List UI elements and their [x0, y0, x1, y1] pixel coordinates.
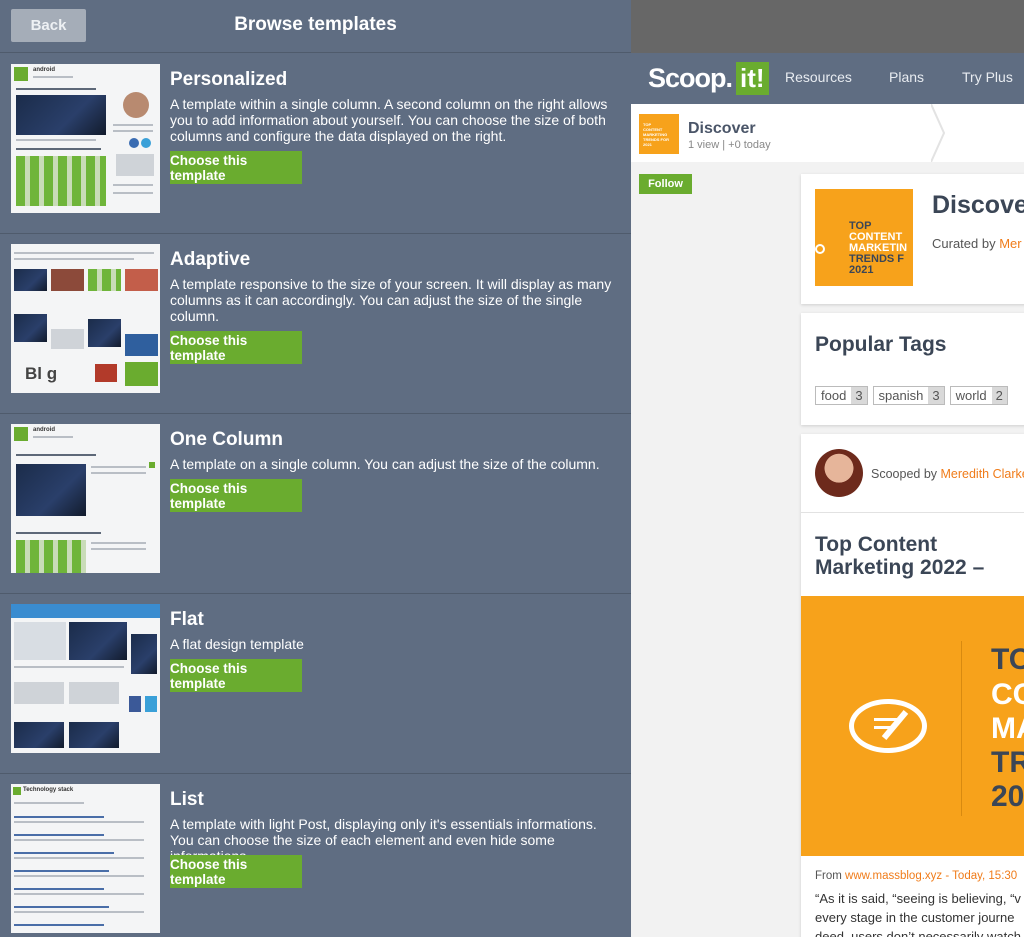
template-item-flat: Flat A flat design template Choose this …	[0, 594, 631, 774]
excerpt-line: every stage in the customer journe	[815, 910, 1015, 925]
nav-resources[interactable]: Resources	[785, 69, 852, 85]
choose-template-button[interactable]: Choose this template	[170, 479, 302, 512]
template-item-one-column: android One Column A template on a singl…	[0, 414, 631, 594]
topic-thumbnail-text: TOP CONTENT MARKETING TRENDS FOR 2021	[643, 122, 669, 147]
site-nav-bar: Scoop . it! Resources Plans Try Plus	[631, 53, 1024, 104]
template-item-adaptive: Bl g Adaptive A template responsive to t…	[0, 234, 631, 414]
nav-plans[interactable]: Plans	[889, 69, 924, 85]
topic-header-card: TOP CONTENT MARKETIN TRENDS F 2021 Disco…	[801, 174, 1024, 304]
template-thumbnail[interactable]: android	[11, 424, 160, 573]
choose-template-button[interactable]: Choose this template	[170, 659, 302, 692]
template-name: Adaptive	[170, 249, 251, 270]
avatar[interactable]	[815, 449, 863, 497]
template-description: A template on a single column. You can a…	[170, 456, 600, 472]
nav-try-plus[interactable]: Try Plus	[962, 69, 1013, 85]
tag-food[interactable]: food 3	[815, 386, 868, 405]
tag-list: food 3 spanish 3 world 2	[815, 386, 1008, 405]
chat-bubble-icon	[849, 699, 927, 753]
template-thumbnail[interactable]: Technology stack	[11, 784, 160, 933]
tag-label: spanish	[878, 388, 924, 403]
image-line-2: CO	[991, 678, 1024, 711]
template-thumbnail[interactable]: Bl g	[11, 244, 160, 393]
image-line-1: TO	[991, 643, 1024, 676]
tag-label: world	[955, 388, 987, 403]
source-link[interactable]: www.massblog.xyz - Today, 15:30	[845, 870, 1017, 882]
curated-by: Curated by Mer	[932, 236, 1022, 251]
divider	[801, 512, 1024, 513]
curator-link[interactable]: Mer	[999, 236, 1021, 251]
template-name: One Column	[170, 429, 283, 450]
topic-thumbnail[interactable]: TOP CONTENT MARKETING TRENDS FOR 2021	[639, 114, 679, 154]
image-line-4: TR	[991, 746, 1024, 779]
divider	[961, 641, 962, 816]
preview-top-strip	[631, 0, 1024, 53]
post-title[interactable]: Top Content Marketing 2022 –	[815, 533, 1024, 579]
scoopit-logo[interactable]: Scoop . it!	[648, 62, 769, 95]
thumbnail-label: android	[33, 67, 55, 73]
tag-count: 3	[928, 387, 944, 404]
tag-label: food	[821, 388, 847, 403]
choose-template-button[interactable]: Choose this template	[170, 331, 302, 364]
template-item-personalized: android Personalized A template within a…	[0, 54, 631, 234]
tag-count: 2	[991, 387, 1007, 404]
post-source: From www.massblog.xyz - Today, 15:30	[815, 870, 1017, 882]
page-title: Browse templates	[234, 14, 397, 35]
scooped-by: Scooped by Meredith Clarke	[871, 467, 1024, 481]
chat-icon	[815, 244, 825, 254]
follow-button[interactable]: Follow	[639, 174, 692, 194]
template-name: Personalized	[170, 69, 288, 90]
post-card: Scooped by Meredith Clarke Top Content M…	[801, 434, 1024, 937]
template-description: A flat design template	[170, 636, 304, 652]
logo-dot: .	[725, 63, 734, 93]
template-name: List	[170, 789, 204, 810]
topic-preview-panel: Scoop . it! Resources Plans Try Plus TOP…	[631, 0, 1024, 937]
cover-line-5: 2021	[849, 264, 874, 276]
curated-prefix: Curated by	[932, 236, 1000, 251]
template-browser-panel: Back Browse templates android Personaliz…	[0, 0, 631, 937]
scooped-prefix: Scooped by	[871, 467, 941, 481]
from-prefix: From	[815, 870, 846, 882]
image-line-3: MA	[991, 712, 1024, 745]
template-item-list: Technology stack List A template with li…	[0, 774, 631, 937]
post-excerpt: “As it is said, “seeing is believing, “v…	[815, 889, 1024, 937]
breadcrumb-arrow-icon	[931, 104, 945, 162]
post-image[interactable]: TO CO MA TR 20	[801, 596, 1024, 856]
tag-world[interactable]: world 2	[949, 386, 1008, 405]
author-link[interactable]: Meredith Clarke	[941, 467, 1024, 481]
topic-cover-image: TOP CONTENT MARKETIN TRENDS F 2021	[815, 189, 913, 286]
thumbnail-label: android	[33, 427, 55, 433]
popular-tags-title: Popular Tags	[815, 333, 947, 356]
topic-stats: 1 view | +0 today	[688, 139, 771, 151]
popular-tags-card: Popular Tags food 3 spanish 3 world 2	[801, 313, 1024, 425]
template-thumbnail[interactable]	[11, 604, 160, 753]
thumbnail-label: Technology stack	[23, 787, 74, 793]
excerpt-line: “As it is said, “seeing is believing, “v	[815, 891, 1021, 906]
template-name: Flat	[170, 609, 204, 630]
excerpt-line: deed, users don’t necessarily watch	[815, 929, 1021, 937]
image-line-5: 20	[991, 780, 1024, 813]
logo-it-badge: it!	[736, 62, 769, 95]
tag-count: 3	[851, 387, 867, 404]
topic-heading: Discover	[932, 191, 1024, 219]
thumbnail-label: Bl g	[25, 364, 58, 383]
template-description: A template responsive to the size of you…	[170, 276, 612, 324]
logo-text: Scoop	[648, 63, 727, 93]
template-description: A template within a single column. A sec…	[170, 96, 608, 144]
template-thumbnail[interactable]: android	[11, 64, 160, 213]
tag-spanish[interactable]: spanish 3	[872, 386, 945, 405]
template-browser-header: Back Browse templates	[0, 0, 631, 53]
choose-template-button[interactable]: Choose this template	[170, 855, 302, 888]
topic-breadcrumb-bar: TOP CONTENT MARKETING TRENDS FOR 2021 Di…	[631, 104, 1024, 162]
topic-title[interactable]: Discover	[688, 120, 756, 138]
choose-template-button[interactable]: Choose this template	[170, 151, 302, 184]
